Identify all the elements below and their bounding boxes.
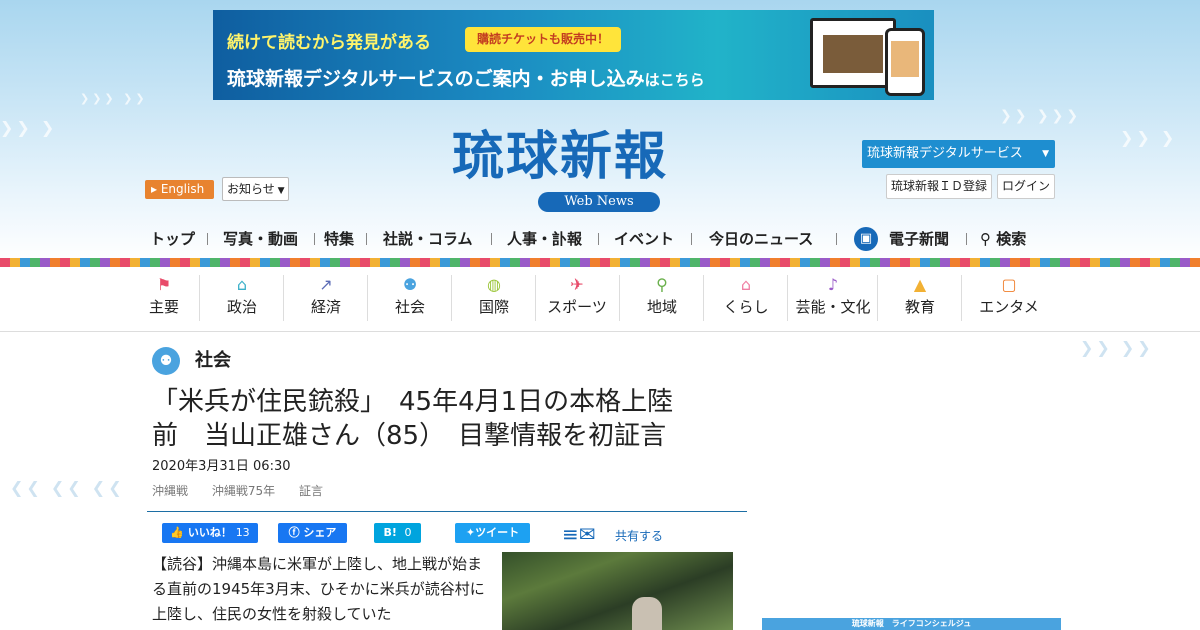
nav-personnel[interactable]: 人事・訃報 xyxy=(507,228,582,250)
nav-search[interactable]: ⚲ 検索 xyxy=(980,228,1026,250)
digital-service-banner[interactable]: 続けて読むから発見がある 購読チケットも販売中！ 琉球新報デジタルサービスのご案… xyxy=(213,10,934,100)
global-nav: トップ 写真・動画 特集 社説・コラム 人事・訃報 イベント 今日のニュース ▣… xyxy=(0,227,1200,252)
category-politics[interactable]: ⌂ 政治 xyxy=(220,275,264,325)
id-register-button[interactable]: 琉球新報ＩＤ登録 xyxy=(886,174,992,199)
fish-decoration: ❯❯ ❯❯ xyxy=(1080,338,1154,357)
caret-down-icon: ▼ xyxy=(1042,149,1049,159)
banner-cta: 琉球新報デジタルサービスのご案内・お申し込みはこちら xyxy=(227,68,705,90)
facebook-share-button[interactable]: ⓕ シェア xyxy=(278,523,347,543)
chart-icon: ↗ xyxy=(319,275,333,294)
wave-pattern-divider xyxy=(0,258,1200,267)
fish-decoration: ❮❮ ❮❮ ❮❮ xyxy=(10,478,125,497)
thumbs-up-icon: 👍 xyxy=(170,526,184,539)
people-icon: ⚉ xyxy=(402,275,418,294)
tag-link[interactable]: 沖縄戦 xyxy=(152,484,188,498)
article-photo[interactable] xyxy=(502,552,733,630)
section-title: 社会 xyxy=(195,350,231,371)
pin-icon: ⚲ xyxy=(656,275,668,294)
nav-today-news[interactable]: 今日のニュース xyxy=(709,228,813,250)
category-region[interactable]: ⚲ 地域 xyxy=(640,275,684,325)
tag-link[interactable]: 証言 xyxy=(299,484,323,498)
graduation-icon: ▲ xyxy=(913,275,927,294)
category-entertainment[interactable]: ▢ エンタメ xyxy=(974,275,1044,325)
webnews-badge: Web News xyxy=(538,192,660,212)
twitter-icon: ✦ xyxy=(465,526,476,539)
divider xyxy=(147,511,747,512)
runner-icon: ✈ xyxy=(570,275,584,294)
site-logo[interactable]: 琉球新報 xyxy=(452,127,752,187)
fish-decoration: ❯❯ ❯ xyxy=(0,118,58,137)
monitor-illustration xyxy=(810,18,896,88)
nav-photo-video[interactable]: 写真・動画 xyxy=(223,228,298,250)
envelope-share-icon[interactable]: ≡✉ xyxy=(562,523,612,545)
fish-decoration: ❯❯❯ ❯❯ xyxy=(80,92,148,105)
english-button[interactable]: ▸ English xyxy=(145,180,214,199)
article-date: 2020年3月31日 06:30 xyxy=(152,459,291,474)
sanshin-icon: ♪ xyxy=(827,275,839,294)
tv-icon: ▢ xyxy=(1001,275,1017,294)
nav-editorial[interactable]: 社説・コラム xyxy=(383,228,473,250)
nav-event[interactable]: イベント xyxy=(614,228,674,250)
life-concierge-banner[interactable]: 琉球新報 ライフコンシェルジュ xyxy=(762,618,1061,630)
login-button[interactable]: ログイン xyxy=(997,174,1055,199)
nav-feature[interactable]: 特集 xyxy=(324,228,354,250)
globe-icon: ◍ xyxy=(487,275,501,294)
phone-illustration xyxy=(885,28,925,96)
category-education[interactable]: ▲ 教育 xyxy=(898,275,942,325)
fish-decoration: ❯❯ ❯ xyxy=(1120,128,1178,147)
article-tags: 沖縄戦 沖縄戦75年 証言 xyxy=(152,483,343,499)
tweet-button[interactable]: ✦ツイート xyxy=(455,523,530,543)
facebook-icon: ⓕ xyxy=(288,526,300,539)
banner-tagline: 続けて読むから発見がある xyxy=(227,33,431,53)
fish-decoration: ❯❯ ❯❯❯ xyxy=(1000,108,1082,124)
flag-icon: ⚑ xyxy=(156,275,172,294)
category-living[interactable]: ⌂ くらし xyxy=(718,275,774,325)
house-icon: ⌂ xyxy=(740,275,752,294)
article-body: 【読谷】沖縄本島に米軍が上陸し、地上戦が始まる直前の1945年3月末、ひそかに米… xyxy=(152,555,485,623)
category-sports[interactable]: ✈ スポーツ xyxy=(542,275,612,325)
article-headline: 「米兵が住民銃殺」 45年4月1日の本格上陸前 当山正雄さん（85） 目撃情報を… xyxy=(152,387,674,451)
banner-ticket-badge: 購読チケットも販売中！ xyxy=(465,27,622,52)
caret-down-icon: ▼ xyxy=(274,186,285,196)
notice-dropdown[interactable]: お知らせ ▼ xyxy=(222,177,289,201)
category-international[interactable]: ◍ 国際 xyxy=(472,275,516,325)
category-major[interactable]: ⚑ 主要 xyxy=(145,275,183,325)
digital-service-dropdown[interactable]: 琉球新報デジタルサービス ▼ xyxy=(862,140,1055,168)
society-icon: ⚉ xyxy=(152,347,180,375)
tag-link[interactable]: 沖縄戦75年 xyxy=(212,484,275,498)
facebook-like-button[interactable]: 👍 いいね！ 13 xyxy=(162,523,258,543)
category-culture[interactable]: ♪ 芸能・文化 xyxy=(790,275,876,325)
search-icon: ⚲ xyxy=(980,230,991,248)
epaper-icon: ▣ xyxy=(854,227,878,251)
hatena-bookmark-button[interactable]: B! 0 xyxy=(374,523,421,543)
category-economy[interactable]: ↗ 経済 xyxy=(304,275,348,325)
category-nav: ⚑ 主要 ⌂ 政治 ↗ 経済 ⚉ 社会 ◍ 国際 ✈ スポーツ ⚲ 地域 ⌂ くらし ♪ 芸能・文… xyxy=(0,267,1200,332)
nav-epaper[interactable]: 電子新聞 xyxy=(889,228,949,250)
nav-top[interactable]: トップ xyxy=(150,228,195,250)
category-society[interactable]: ⚉ 社会 xyxy=(388,275,432,325)
share-label[interactable]: 共有する xyxy=(615,527,663,544)
building-icon: ⌂ xyxy=(236,275,248,294)
